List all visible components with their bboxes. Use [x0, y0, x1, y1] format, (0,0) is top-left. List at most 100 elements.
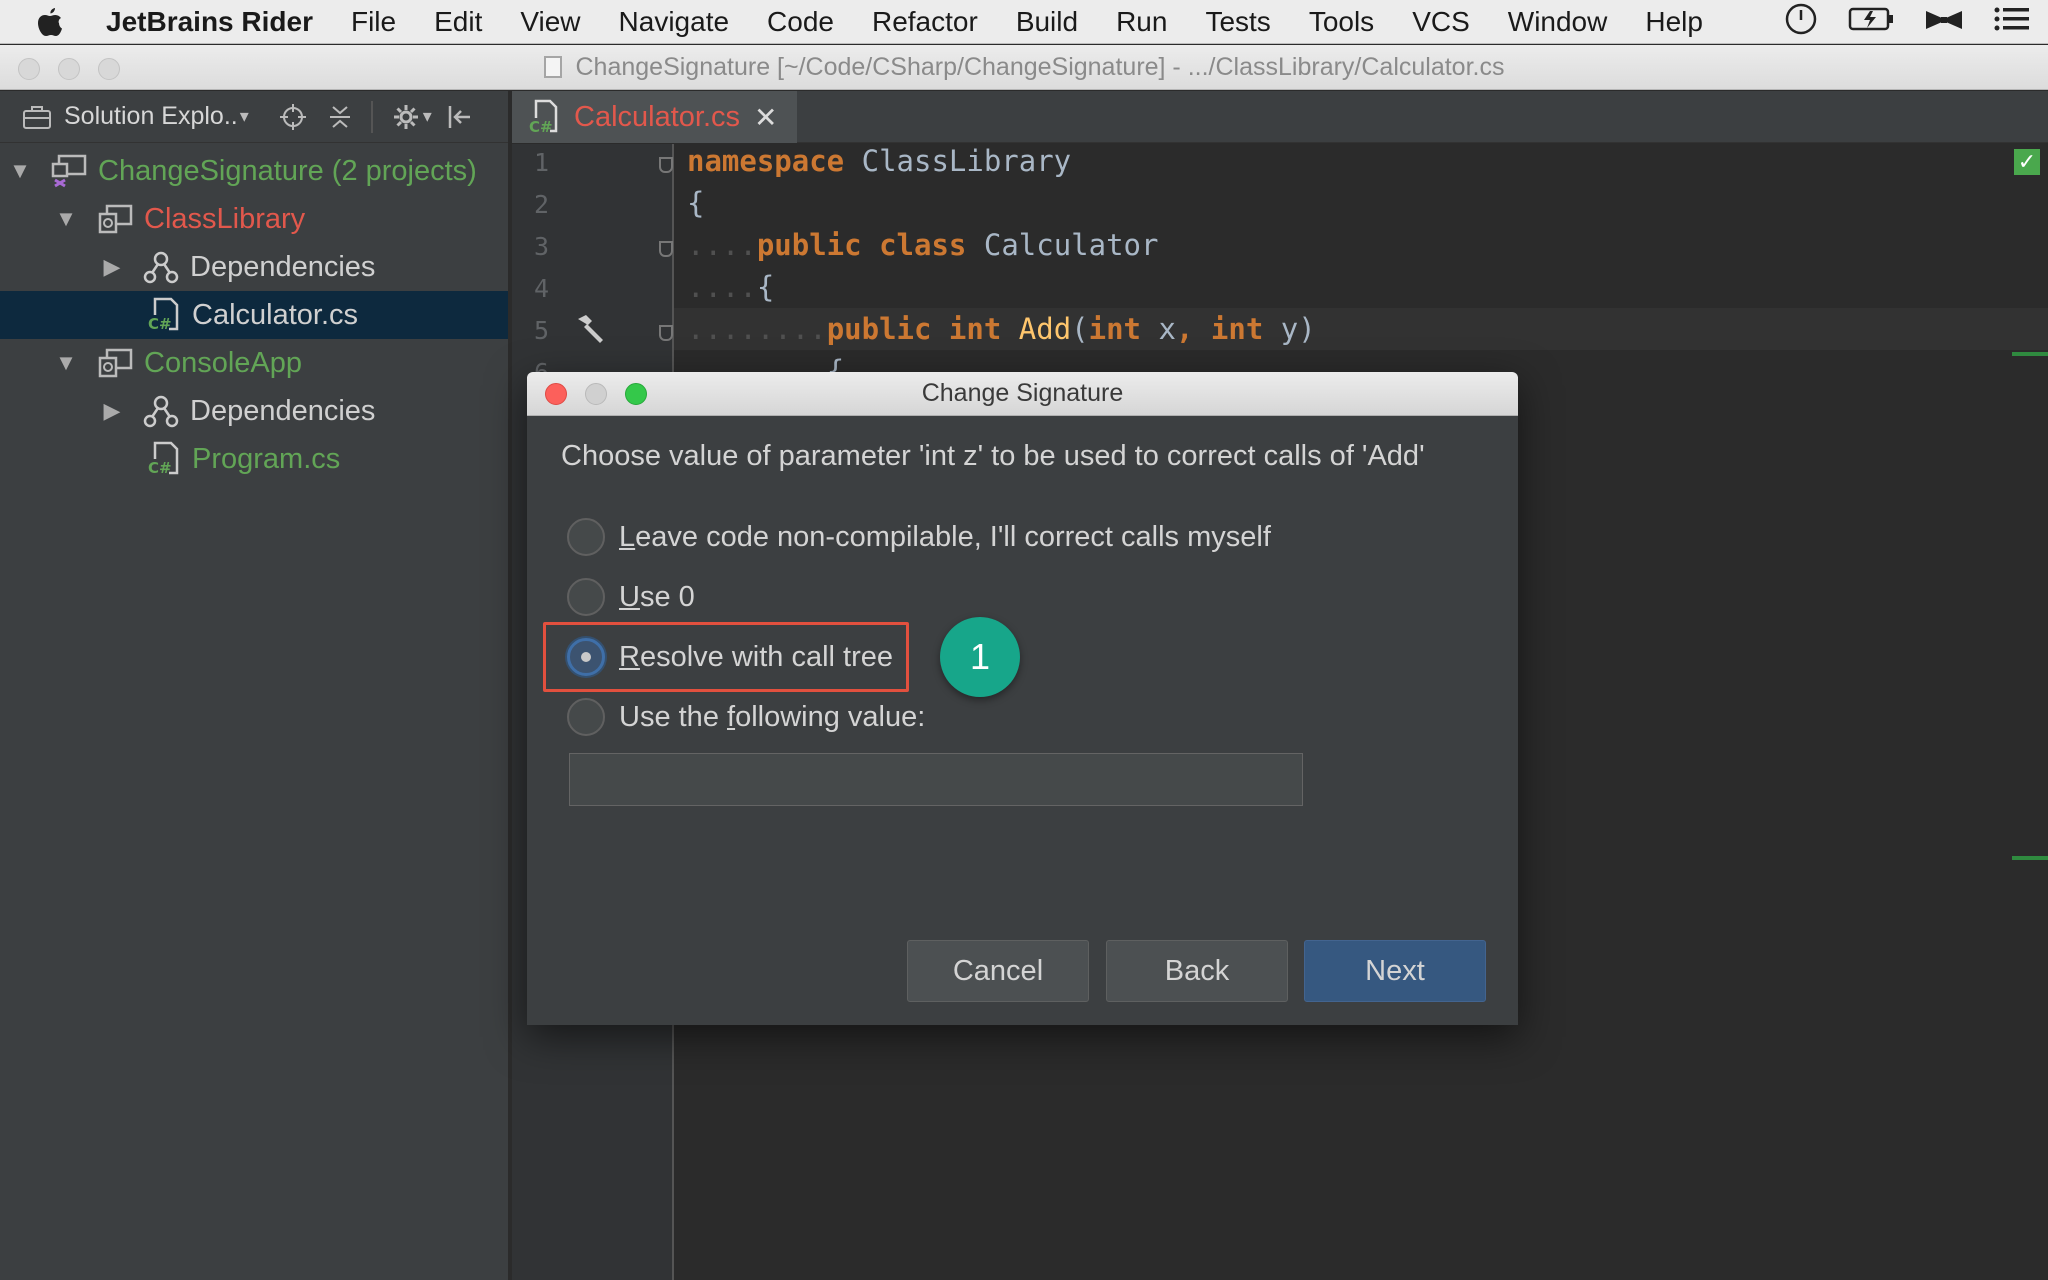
menu-help[interactable]: Help — [1645, 6, 1703, 38]
hide-panel-icon[interactable] — [446, 103, 474, 131]
bowtie-icon[interactable] — [1924, 6, 1964, 38]
tree-item-solution[interactable]: ▼ ChangeSignature (2 projects) — [0, 147, 508, 195]
menu-navigate[interactable]: Navigate — [619, 6, 730, 38]
tree-item-label: ConsoleApp — [144, 346, 302, 379]
code-line-3[interactable]: ....public class Calculator — [687, 228, 1158, 262]
status-area — [1784, 0, 2030, 44]
dialog-window-controls — [545, 383, 647, 405]
option-use-zero[interactable]: Use 0 — [567, 575, 695, 619]
fold-icon[interactable] — [659, 241, 673, 257]
csharp-file-icon: C# — [144, 441, 182, 477]
change-marker[interactable] — [2012, 352, 2048, 356]
value-input[interactable] — [569, 753, 1303, 806]
collapse-arrow-icon[interactable]: ▶ — [98, 254, 126, 280]
line-number: 4 — [534, 274, 550, 303]
battery-icon[interactable] — [1848, 6, 1894, 39]
tree-item-dependencies[interactable]: ▶ Dependencies — [0, 243, 508, 291]
option-leave-non-compilable[interactable]: Leave code non-compilable, I'll correct … — [567, 515, 1271, 559]
menu-tests[interactable]: Tests — [1205, 6, 1270, 38]
tree-item-label: ChangeSignature (2 projects) — [98, 154, 477, 187]
code-method: Add — [1018, 312, 1072, 346]
apple-icon[interactable] — [36, 2, 76, 42]
dialog-title: Change Signature — [921, 379, 1124, 407]
hammer-icon[interactable] — [574, 313, 606, 350]
radio-button[interactable] — [567, 518, 605, 556]
code-comma: , — [1175, 312, 1194, 346]
back-button[interactable]: Back — [1106, 940, 1288, 1002]
tree-item-label: Calculator.cs — [192, 298, 359, 331]
option-use-following-value[interactable]: Use the following value: — [567, 695, 925, 739]
menu-window[interactable]: Window — [1508, 6, 1608, 38]
dropdown-arrow-icon[interactable]: ▾ — [240, 106, 249, 127]
radio-button[interactable] — [567, 698, 605, 736]
menu-run[interactable]: Run — [1116, 6, 1167, 38]
code-line-2[interactable]: { — [687, 186, 704, 220]
app-name[interactable]: JetBrains Rider — [106, 6, 313, 38]
option-label: Use 0 — [619, 580, 695, 613]
expand-arrow-icon[interactable]: ▼ — [52, 350, 80, 376]
menu-edit[interactable]: Edit — [434, 6, 482, 38]
toolbar-divider — [370, 100, 373, 133]
window-close-button[interactable] — [18, 58, 40, 80]
inspection-ok-icon[interactable]: ✓ — [2014, 149, 2040, 175]
gear-dropdown-icon[interactable]: ▾ — [423, 106, 432, 127]
menu-tools[interactable]: Tools — [1309, 6, 1374, 38]
tree-item-calculator-cs[interactable]: C# Calculator.cs — [0, 291, 508, 339]
dialog-zoom-button[interactable] — [625, 383, 647, 405]
tab-close-icon[interactable]: ✕ — [754, 101, 777, 134]
tree-item-consoleapp[interactable]: ▼ ConsoleApp — [0, 339, 508, 387]
code-line-1[interactable]: namespace ClassLibrary — [687, 144, 1071, 178]
list-icon[interactable] — [1994, 6, 2030, 39]
fold-icon[interactable] — [659, 325, 673, 341]
window-minimize-button[interactable] — [58, 58, 80, 80]
svg-text:C#: C# — [148, 459, 172, 477]
clock-icon[interactable] — [1784, 2, 1818, 43]
radio-button-selected[interactable] — [567, 638, 605, 676]
fold-icon[interactable] — [659, 157, 673, 173]
option-resolve-call-tree[interactable]: Resolve with call tree — [567, 635, 893, 679]
menu-build[interactable]: Build — [1016, 6, 1078, 38]
line-number: 1 — [534, 148, 550, 177]
code-keyword: int — [1210, 312, 1264, 346]
code-brace: { — [687, 186, 705, 220]
gear-icon[interactable] — [391, 102, 421, 132]
tree-item-label: Program.cs — [192, 442, 341, 475]
expand-arrow-icon[interactable]: ▼ — [6, 158, 34, 184]
code-paren: ) — [1298, 312, 1316, 346]
next-button[interactable]: Next — [1304, 940, 1486, 1002]
collapse-arrow-icon[interactable]: ▶ — [98, 398, 126, 424]
svg-text:C#: C# — [148, 315, 172, 333]
expand-arrow-icon[interactable]: ▼ — [52, 206, 80, 232]
change-signature-dialog: Change Signature Choose value of paramet… — [527, 372, 1518, 1025]
menu-refactor[interactable]: Refactor — [872, 6, 978, 38]
dialog-close-button[interactable] — [545, 383, 567, 405]
window-zoom-button[interactable] — [98, 58, 120, 80]
tree-item-classlibrary[interactable]: ▼ ClassLibrary — [0, 195, 508, 243]
tab-calculator-cs[interactable]: C# Calculator.cs ✕ — [512, 91, 797, 143]
dialog-question: Choose value of parameter 'int z' to be … — [561, 440, 1425, 472]
cancel-button[interactable]: Cancel — [907, 940, 1089, 1002]
code-identifier: Calculator — [983, 228, 1159, 262]
menu-file[interactable]: File — [351, 6, 396, 38]
code-line-5[interactable]: ........public int Add(int x, int y) — [687, 312, 1316, 346]
tab-label: Calculator.cs — [574, 100, 741, 133]
menu-view[interactable]: View — [520, 6, 580, 38]
document-icon — [543, 56, 562, 78]
dialog-titlebar: Change Signature — [527, 372, 1518, 416]
tree-item-label: Dependencies — [190, 250, 376, 283]
panel-title[interactable]: Solution Explo.. — [64, 102, 238, 131]
line-number: 3 — [534, 232, 550, 261]
collapse-all-icon[interactable] — [327, 103, 353, 131]
window-title: ChangeSignature [~/Code/CSharp/ChangeSig… — [575, 52, 1505, 81]
radio-button[interactable] — [567, 578, 605, 616]
locate-icon[interactable] — [279, 103, 307, 131]
dialog-minimize-button — [585, 383, 607, 405]
tree-item-program-cs[interactable]: C# Program.cs — [0, 435, 508, 483]
code-line-4[interactable]: ....{ — [687, 270, 774, 304]
svg-text:C#: C# — [529, 118, 553, 135]
change-marker[interactable] — [2012, 856, 2048, 860]
menu-vcs[interactable]: VCS — [1412, 6, 1470, 38]
csharp-file-icon: C# — [528, 99, 560, 135]
menu-code[interactable]: Code — [767, 6, 834, 38]
tree-item-dependencies[interactable]: ▶ Dependencies — [0, 387, 508, 435]
